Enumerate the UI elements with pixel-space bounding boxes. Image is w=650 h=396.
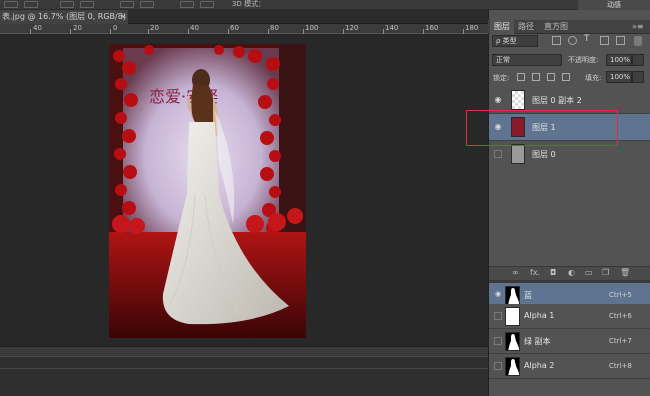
ruler-tick-label: 140	[385, 24, 399, 32]
ruler-tick-label: 40	[190, 24, 199, 32]
eye-hidden-icon[interactable]	[494, 362, 502, 370]
options-bar	[0, 0, 650, 10]
option-icon[interactable]	[180, 1, 194, 8]
channel-shortcut: Ctrl+7	[609, 337, 632, 345]
horizontal-ruler: 40 20 0 20 40 60 80 100 120 140 160 180	[0, 24, 488, 34]
option-icon[interactable]	[200, 1, 214, 8]
shape-filter-icon[interactable]	[600, 36, 609, 45]
folder-icon[interactable]: ▭	[585, 268, 593, 277]
channel-name: 绿 副本	[524, 337, 551, 346]
link-icon[interactable]: ∞	[512, 268, 519, 277]
pixel-filter-icon[interactable]	[552, 36, 561, 45]
ruler-tick-label: 40	[33, 24, 42, 32]
layer-name: 图层 0	[532, 150, 556, 159]
ruler-tick-label: 60	[230, 24, 239, 32]
lock-all-icon[interactable]	[562, 73, 570, 81]
opacity-label: 不透明度:	[568, 56, 599, 64]
ruler-tick-label: 180	[465, 24, 479, 32]
eye-hidden-icon[interactable]	[494, 312, 502, 320]
layer-thumbnail	[511, 144, 525, 164]
status-bar	[0, 346, 488, 356]
panel-divider	[0, 368, 488, 369]
channel-thumbnail	[505, 307, 520, 326]
ruler-tick-label: 100	[305, 24, 319, 32]
channel-name: Alpha 2	[524, 361, 555, 370]
fill-input[interactable]: 100%	[606, 71, 632, 83]
lock-position-icon[interactable]	[547, 73, 555, 81]
tab-histogram[interactable]: 直方图	[540, 20, 572, 34]
ruler-tick-label: 160	[425, 24, 439, 32]
channel-name: Alpha 1	[524, 311, 555, 320]
option-icon[interactable]	[24, 1, 38, 8]
layer-filter-select[interactable]: ρ 类型	[492, 35, 538, 47]
channel-shortcut: Ctrl+6	[609, 312, 632, 320]
channel-row[interactable]: Alpha 1 Ctrl+6	[489, 304, 650, 329]
3d-mode-label: 3D 模式：	[232, 0, 266, 8]
channel-thumbnail	[505, 332, 520, 351]
ruler-tick-label: 20	[150, 24, 159, 32]
fx-icon[interactable]: fx.	[530, 268, 540, 277]
eye-hidden-icon[interactable]	[494, 150, 502, 158]
layers-empty-area	[489, 166, 650, 266]
blend-mode-select[interactable]: 正常	[492, 54, 562, 66]
timeline-panel	[0, 356, 488, 396]
option-icon[interactable]	[4, 1, 18, 8]
tab-layers[interactable]: 图层	[490, 20, 514, 34]
lock-label: 锁定:	[493, 74, 510, 82]
ruler-tick-label: 20	[73, 24, 82, 32]
ruler-tick-label: 80	[270, 24, 279, 32]
ruler-tick-label: 120	[345, 24, 359, 32]
trash-icon[interactable]: 🗑	[620, 268, 630, 277]
document-tab[interactable]: 表.jpg @ 16.7% (图层 0, RGB/8) *	[0, 10, 128, 24]
layer-name: 图层 0 副本 2	[532, 96, 582, 105]
channel-thumbnail	[505, 286, 520, 305]
layer-thumbnail	[511, 90, 525, 110]
type-filter-icon[interactable]: T	[584, 34, 590, 44]
ruler-tick-label: 0	[113, 24, 118, 32]
workspace-button[interactable]: 动感	[578, 0, 650, 10]
channel-name: 蓝	[524, 291, 532, 300]
fill-label: 填充:	[585, 74, 602, 82]
option-icon[interactable]	[140, 1, 154, 8]
fill-dropdown-icon[interactable]	[632, 71, 644, 83]
eye-icon[interactable]: ◉	[494, 291, 502, 299]
adjustment-icon[interactable]: ◐	[568, 268, 575, 277]
eye-hidden-icon[interactable]	[494, 337, 502, 345]
channel-row[interactable]: 绿 副本 Ctrl+7	[489, 329, 650, 354]
channel-row[interactable]: Alpha 2 Ctrl+8	[489, 354, 650, 379]
option-icon[interactable]	[60, 1, 74, 8]
mask-icon[interactable]: ◘	[550, 268, 556, 277]
option-icon[interactable]	[80, 1, 94, 8]
channel-shortcut: Ctrl+5	[609, 291, 632, 299]
option-icon[interactable]	[120, 1, 134, 8]
photo-image: 恋爱·安娶	[109, 44, 306, 338]
lock-transparent-icon[interactable]	[517, 73, 525, 81]
adjustment-filter-icon[interactable]	[568, 36, 577, 45]
tab-paths[interactable]: 路径	[514, 20, 538, 34]
opacity-input[interactable]: 100%	[606, 54, 632, 66]
new-layer-icon[interactable]: ❐	[602, 268, 609, 277]
smart-object-filter-icon[interactable]	[616, 36, 625, 45]
lock-pixels-icon[interactable]	[532, 73, 540, 81]
channel-thumbnail	[505, 357, 520, 376]
highlight-annotation	[466, 110, 618, 146]
panel-menu-icon[interactable]: »≡	[632, 20, 644, 34]
close-tab-icon[interactable]: ×	[120, 10, 127, 24]
eye-icon[interactable]: ◉	[493, 95, 503, 105]
opacity-dropdown-icon[interactable]	[632, 54, 644, 66]
filter-toggle[interactable]	[634, 36, 642, 46]
channel-shortcut: Ctrl+8	[609, 362, 632, 370]
bride-photo[interactable]: 恋爱·安娶	[109, 44, 306, 338]
